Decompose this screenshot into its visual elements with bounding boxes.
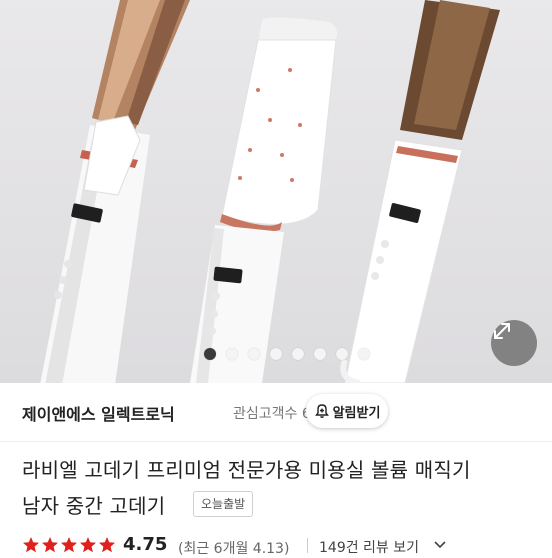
rating-divider — [307, 538, 308, 553]
product-image-gallery[interactable] — [0, 0, 552, 383]
notify-label: 알림받기 — [332, 405, 381, 421]
seller-name[interactable]: 제이앤에스 일렉트로닉 — [22, 401, 175, 425]
gallery-dot-1[interactable] — [204, 348, 216, 360]
gallery-dot-6[interactable] — [314, 348, 326, 360]
gallery-dot-3[interactable] — [248, 348, 260, 360]
chevron-down-icon[interactable] — [432, 536, 448, 552]
notify-button[interactable]: 알림받기 — [306, 394, 388, 428]
bell-plus-icon — [314, 404, 329, 418]
rating-recent: (최근 6개월 4.13) — [178, 541, 290, 557]
gallery-dot-7[interactable] — [336, 348, 348, 360]
gallery-dot-4[interactable] — [270, 348, 282, 360]
product-title-line-2: 남자 중간 고데기 — [22, 494, 166, 518]
flat-iron-image — [190, 17, 338, 383]
gallery-dot-2[interactable] — [226, 348, 238, 360]
expand-arrows-icon — [494, 323, 510, 339]
gallery-pagination — [0, 348, 552, 362]
star-rating-icon — [23, 537, 115, 553]
seller-bar: 제이앤에스 일렉트로닉 관심고객수 646 알림받기 — [0, 383, 552, 442]
review-link[interactable]: 149건 리뷰 보기 — [319, 537, 419, 557]
gallery-dot-5[interactable] — [292, 348, 304, 360]
delivery-badge: 오늘출발 — [193, 491, 254, 517]
product-photo — [40, 0, 500, 383]
product-title-line-1: 라비엘 고데기 프리미엄 전문가용 미용실 볼륨 매직기 — [22, 458, 471, 482]
gallery-dot-8[interactable] — [358, 348, 370, 360]
curling-iron-image — [40, 0, 190, 383]
round-brush-image — [340, 0, 500, 383]
